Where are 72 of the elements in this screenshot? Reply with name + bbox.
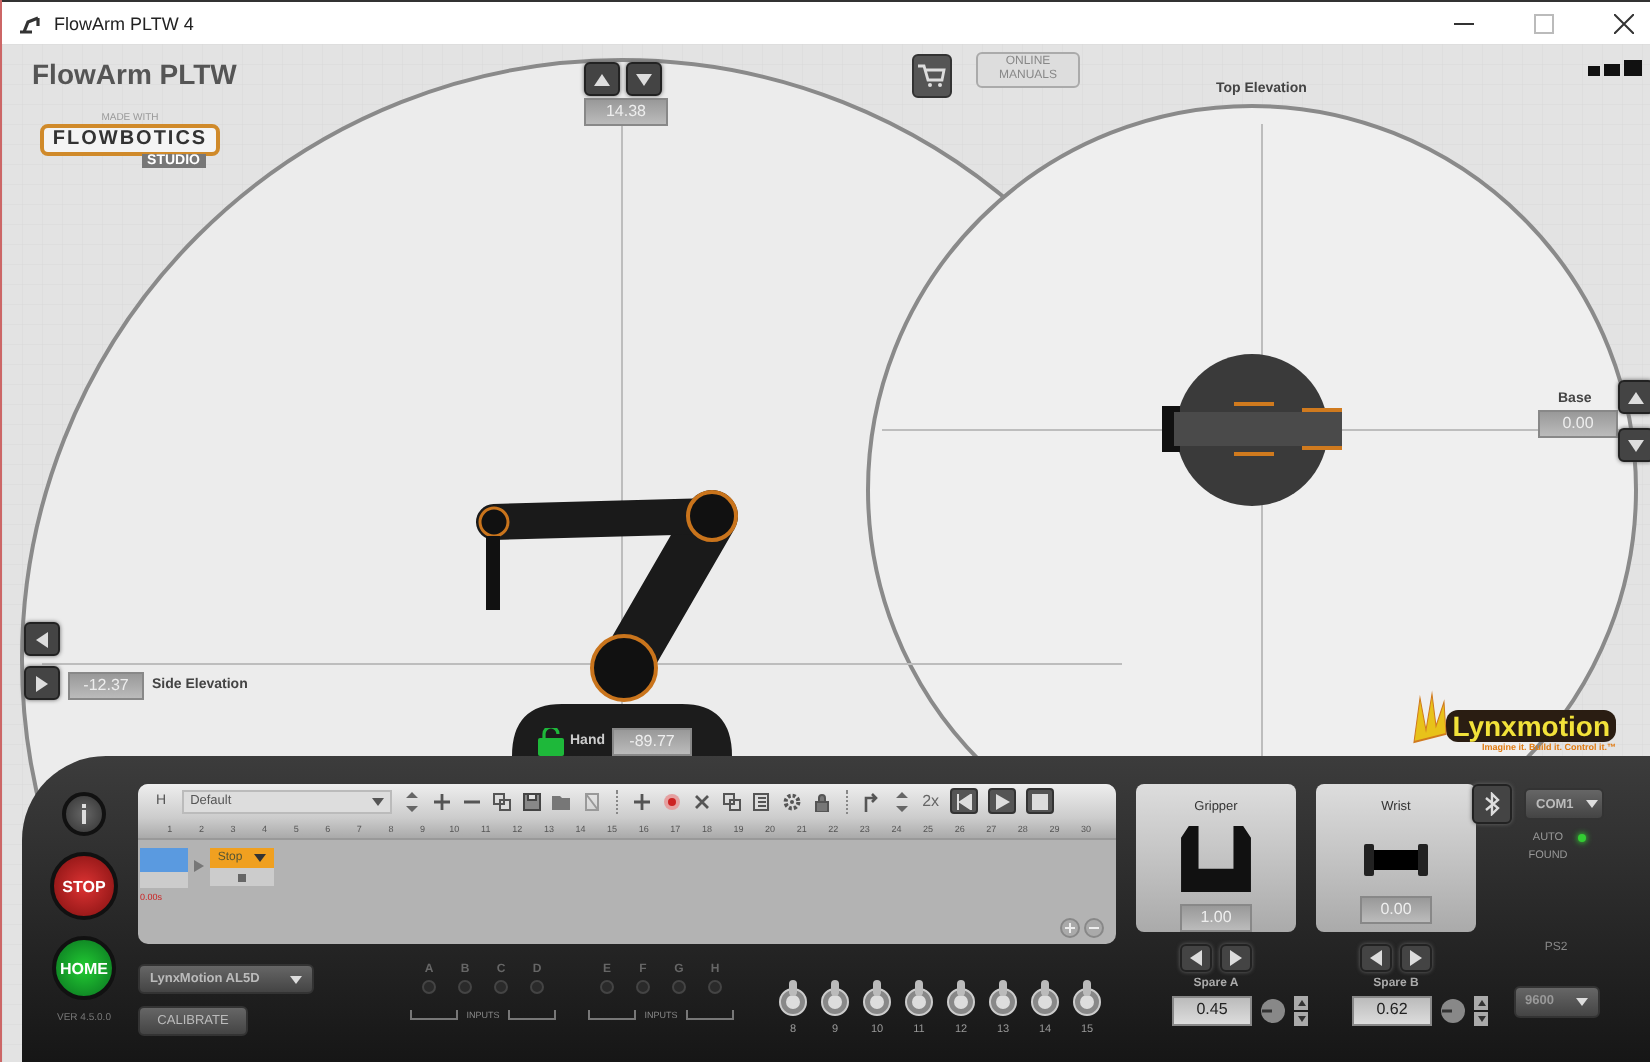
stop-sequence-button[interactable] <box>1025 788 1054 814</box>
gripper-icon <box>1180 826 1252 892</box>
padlock-icon[interactable] <box>538 728 564 756</box>
up-button[interactable] <box>1474 996 1488 1010</box>
folder-icon[interactable] <box>552 791 573 811</box>
window-title: FlowArm PLTW 4 <box>54 13 194 33</box>
knob-icon[interactable] <box>1440 998 1466 1024</box>
toggle-switch-icon[interactable] <box>1072 980 1102 1016</box>
spare-value: 0.62 <box>1352 996 1432 1026</box>
copy-icon[interactable] <box>492 791 513 811</box>
servo-value: 1.00 <box>1180 904 1252 932</box>
info-icon <box>80 804 88 824</box>
down-button[interactable] <box>1294 1012 1308 1026</box>
close-icon[interactable] <box>692 791 713 811</box>
gear-icon[interactable] <box>782 791 803 811</box>
right-button[interactable] <box>1400 944 1432 972</box>
base-value: 0.00 <box>1538 410 1618 438</box>
down-button[interactable] <box>1618 428 1650 462</box>
robot-arm-icon <box>18 13 42 33</box>
left-button[interactable] <box>1360 944 1392 972</box>
toggle-switch-icon[interactable] <box>904 980 934 1016</box>
left-button[interactable] <box>24 622 60 656</box>
stop-icon <box>238 873 246 881</box>
save-icon[interactable] <box>522 791 543 811</box>
stop-button[interactable]: STOP <box>50 852 118 920</box>
shoulder-value: 14.38 <box>584 98 668 126</box>
zoom-out-icon[interactable] <box>1084 918 1104 938</box>
updown-icon[interactable] <box>402 791 423 811</box>
skip-back-icon <box>955 793 972 809</box>
cart-button[interactable] <box>912 54 952 98</box>
plus-icon[interactable] <box>432 791 453 811</box>
toggle-switch-icon[interactable] <box>1030 980 1060 1016</box>
bluetooth-button[interactable] <box>1472 784 1512 824</box>
knob-icon[interactable] <box>1260 998 1286 1024</box>
down-button[interactable] <box>626 62 662 96</box>
toggle-switch-icon[interactable] <box>862 980 892 1016</box>
toggle-switch-icon[interactable] <box>778 980 808 1016</box>
record-icon[interactable] <box>662 791 683 811</box>
toggle-switch-icon[interactable] <box>820 980 850 1016</box>
speed-label: 2x <box>922 792 940 810</box>
home-button[interactable]: HOME <box>52 936 116 1000</box>
app-title: FlowArm PLTW <box>32 58 237 90</box>
info-button[interactable] <box>62 792 106 836</box>
window-size-icon[interactable] <box>1588 60 1642 76</box>
down-button[interactable] <box>1474 1012 1488 1026</box>
start-block[interactable] <box>140 848 188 888</box>
play-icon <box>993 793 1010 809</box>
zoom-in-icon[interactable] <box>1060 918 1080 938</box>
elbow-value: -12.37 <box>68 672 144 700</box>
paste-icon[interactable] <box>752 791 773 811</box>
up-button[interactable] <box>1294 996 1308 1010</box>
play-button[interactable] <box>987 788 1016 814</box>
lock-icon[interactable] <box>812 791 833 811</box>
plus-icon[interactable] <box>632 791 653 811</box>
rewind-button[interactable] <box>949 788 978 814</box>
spare-value: 0.45 <box>1172 996 1252 1026</box>
bluetooth-icon <box>1484 792 1500 816</box>
loop-icon[interactable] <box>862 791 883 811</box>
stop-icon <box>1031 793 1048 809</box>
updown-icon[interactable] <box>892 791 913 811</box>
toggle-switch-icon[interactable] <box>946 980 976 1016</box>
toggle-switch-icon[interactable] <box>988 980 1018 1016</box>
copy-icon[interactable] <box>722 791 743 811</box>
up-button[interactable] <box>1618 380 1650 414</box>
servo-value: 0.00 <box>1360 896 1432 924</box>
wrist-icon <box>1364 844 1428 876</box>
right-button[interactable] <box>1220 944 1252 972</box>
left-button[interactable] <box>1180 944 1212 972</box>
up-button[interactable] <box>584 62 620 96</box>
close-icon[interactable] <box>1614 13 1634 33</box>
hand-value: -89.77 <box>612 728 692 756</box>
right-button[interactable] <box>24 666 60 700</box>
